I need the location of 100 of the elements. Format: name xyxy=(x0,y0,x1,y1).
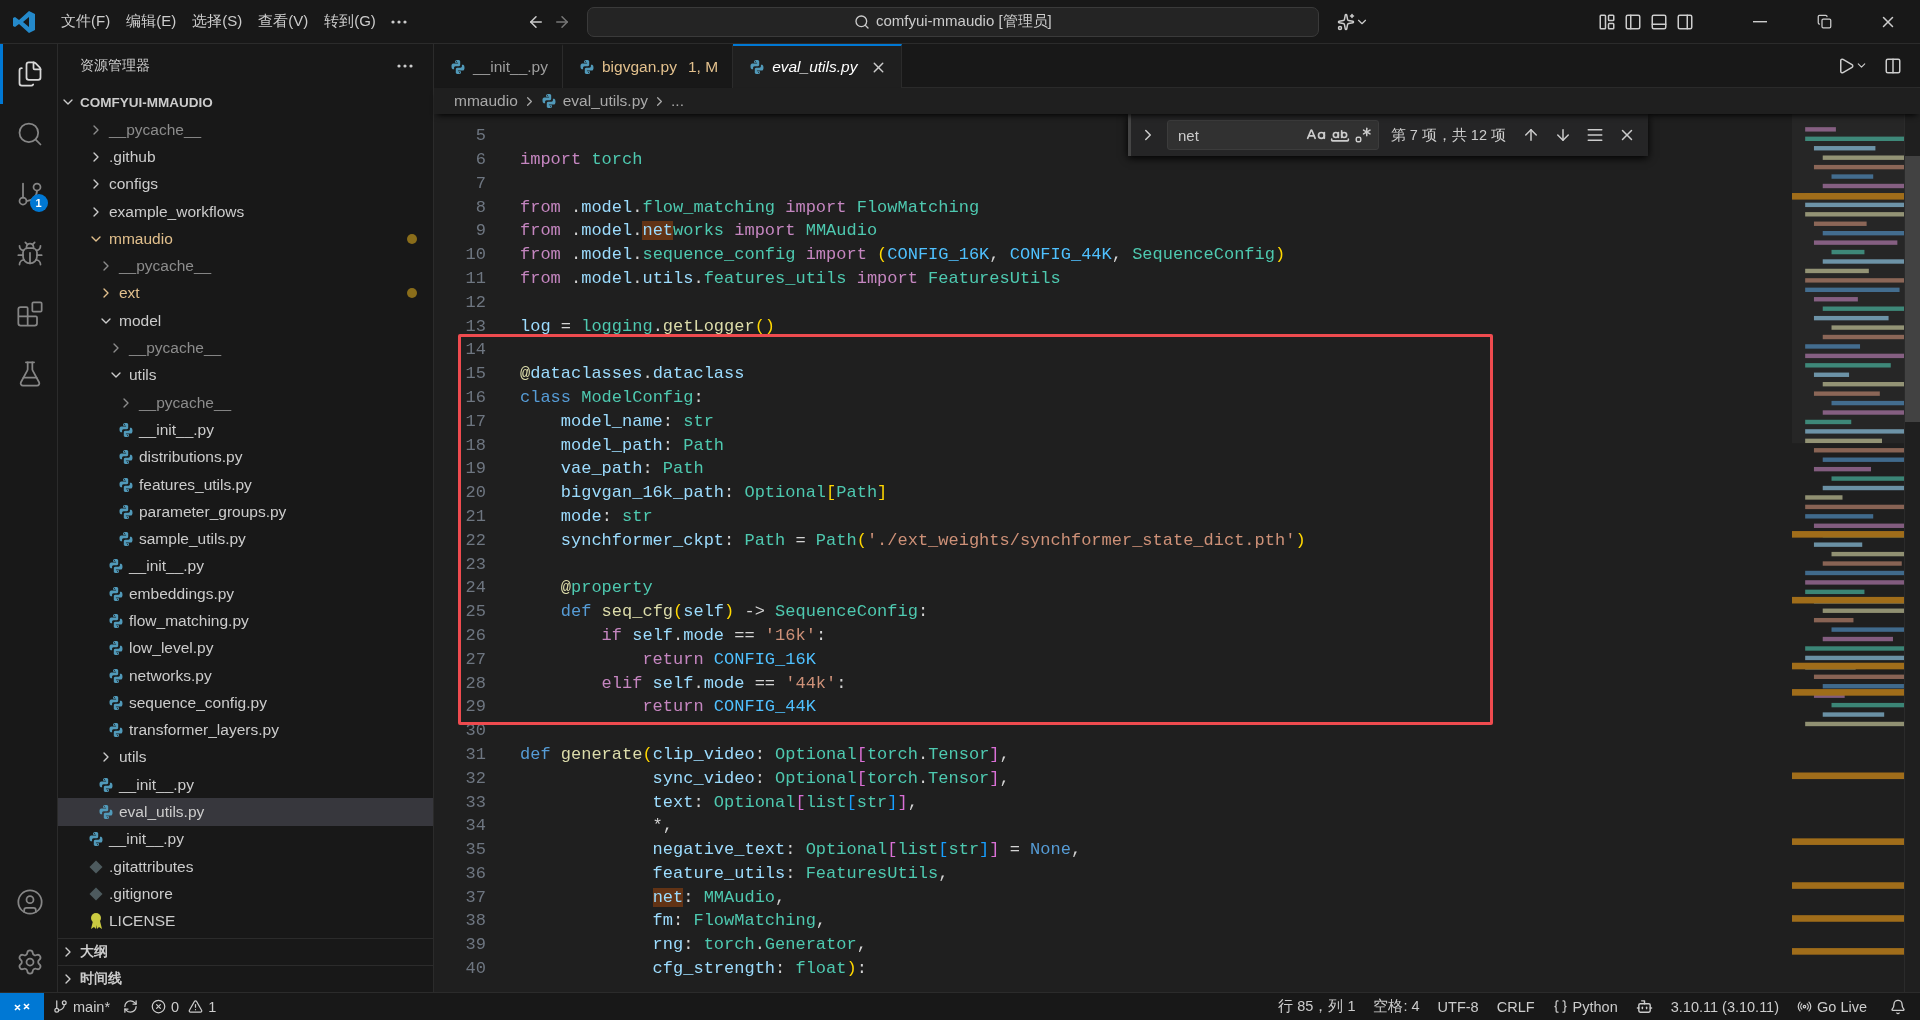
code-line: synchformer_ckpt: Path = Path('./ext_weights/synchformer_state_dict.pth') xyxy=(559,530,1306,550)
editor-tab[interactable]: eval_utils.py xyxy=(733,44,903,88)
remote-button[interactable] xyxy=(0,992,44,1020)
code-line: feature_utils: FeaturesUtils, xyxy=(651,863,949,883)
problems-button[interactable]: 0 1 xyxy=(142,992,226,1020)
code-line: from .model.networks import MMAudio xyxy=(520,221,878,241)
python-file-icon xyxy=(749,59,766,75)
go-live-button[interactable]: Go Live xyxy=(1788,992,1876,1020)
command-center-search[interactable]: comfyui-mmaudio [管理员] xyxy=(586,6,1319,37)
line-number: 24 xyxy=(464,578,487,598)
python-file-icon xyxy=(98,804,114,821)
file-item[interactable]: features_utils.py xyxy=(58,470,433,499)
python-file-icon xyxy=(108,585,124,602)
layout-icon xyxy=(1598,12,1616,31)
folder-item[interactable]: .github xyxy=(58,143,433,171)
file-item[interactable]: parameter_groups.py xyxy=(58,498,433,526)
line-number: 32 xyxy=(464,768,487,788)
warning-icon xyxy=(188,999,204,1014)
file-item[interactable]: networks.py xyxy=(58,661,433,690)
folder-item[interactable]: __pycache__ xyxy=(58,334,433,362)
line-number: 8 xyxy=(474,197,487,217)
scrollbar-thumb[interactable] xyxy=(1905,156,1920,422)
cursor-position[interactable]: 行 85，列 1 xyxy=(1269,992,1365,1020)
file-item[interactable]: low_level.py xyxy=(58,634,433,662)
code-line: def seq_cfg(self) -> SequenceConfig: xyxy=(559,602,929,622)
breadcrumb-item[interactable]: eval_utils.py xyxy=(540,92,649,110)
file-item[interactable]: flow_matching.py xyxy=(58,607,433,635)
diamond-file-icon xyxy=(88,885,104,902)
sync-icon xyxy=(123,999,139,1014)
folder-item[interactable]: utils xyxy=(58,361,433,389)
code-line: if self.mode == '16k': xyxy=(600,625,827,645)
search-icon xyxy=(853,13,870,30)
file-item[interactable]: distributions.py xyxy=(58,443,433,471)
python-file-icon xyxy=(108,694,124,711)
line-number: 36 xyxy=(464,863,487,883)
menu-item[interactable]: 转到(G) xyxy=(317,8,383,35)
breadcrumb-item[interactable]: ... xyxy=(671,92,684,110)
file-item[interactable]: LICENSE xyxy=(58,907,433,935)
folder-item[interactable]: configs xyxy=(58,170,433,198)
line-number: 17 xyxy=(464,411,487,431)
file-item[interactable]: sample_utils.py xyxy=(58,525,433,553)
menu-item[interactable]: 文件(F) xyxy=(54,8,118,35)
breadcrumb-item[interactable]: mmaudio xyxy=(454,92,518,110)
folder-item[interactable]: mmaudio xyxy=(58,225,433,253)
code-line: @property xyxy=(559,578,653,598)
code-line: class ModelConfig: xyxy=(520,387,704,407)
interpreter-button[interactable]: 3.10.11 (3.10.11) xyxy=(1661,992,1788,1020)
file-item[interactable]: .gitignore xyxy=(58,880,433,908)
folder-item[interactable]: model xyxy=(58,307,433,335)
code-line: text: Optional[list[str]], xyxy=(651,792,918,812)
panel-bottom-icon xyxy=(1650,12,1668,31)
line-number: 16 xyxy=(464,387,487,407)
file-item[interactable]: embeddings.py xyxy=(58,580,433,608)
python-file-icon xyxy=(108,613,124,629)
file-item[interactable]: sequence_config.py xyxy=(58,689,433,717)
python-file-icon xyxy=(118,503,134,520)
regex-icon[interactable] xyxy=(1353,126,1372,144)
folder-item[interactable]: __pycache__ xyxy=(58,388,433,417)
line-number: 19 xyxy=(464,459,487,479)
line-number: 13 xyxy=(464,316,487,336)
ellipsis-icon xyxy=(390,19,407,24)
python-file-icon xyxy=(118,476,134,493)
file-item[interactable]: __init__.py xyxy=(58,771,433,799)
line-ending-button[interactable]: CRLF xyxy=(1487,992,1544,1020)
editor-tab[interactable]: __init__.py xyxy=(434,44,563,88)
folder-item[interactable]: __pycache__ xyxy=(58,116,433,144)
menu-item[interactable]: 查看(V) xyxy=(251,8,316,35)
panel-section-header[interactable]: 大纲 xyxy=(58,938,433,965)
branch-button[interactable]: main* xyxy=(44,992,120,1020)
line-number: 22 xyxy=(464,530,487,550)
play-icon xyxy=(1837,56,1855,75)
menu-item[interactable]: 编辑(E) xyxy=(119,8,184,35)
line-number: 31 xyxy=(464,744,487,764)
file-item[interactable]: eval_utils.py xyxy=(58,798,433,826)
source-control-tab[interactable]: 1 xyxy=(0,164,58,224)
folder-item[interactable]: example_workflows xyxy=(58,197,433,226)
search-icon xyxy=(16,120,44,148)
find-input[interactable]: net xyxy=(1167,120,1379,150)
menu-item[interactable]: 选择(S) xyxy=(185,8,250,35)
folder-item[interactable]: __pycache__ xyxy=(58,252,433,280)
file-item[interactable]: .gitattributes xyxy=(58,853,433,881)
lines-icon xyxy=(1586,126,1604,144)
indentation-button[interactable]: 空格: 4 xyxy=(1364,992,1429,1020)
editor-tab[interactable]: bigvgan.py 1, M xyxy=(563,44,734,88)
file-item[interactable]: __init__.py xyxy=(58,825,433,853)
panel-right-icon xyxy=(1676,12,1694,31)
file-item[interactable]: __init__.py xyxy=(58,416,433,444)
language-button[interactable]: Python xyxy=(1543,992,1627,1020)
folder-item[interactable]: ext xyxy=(58,279,433,308)
error-icon xyxy=(151,999,167,1014)
file-item[interactable]: transformer_layers.py xyxy=(58,716,433,744)
encoding-button[interactable]: UTF-8 xyxy=(1428,992,1488,1020)
line-number: 10 xyxy=(464,245,487,265)
workspace-folder-header[interactable]: COMFYUI-MMAUDIO xyxy=(58,88,433,116)
code-line: net: MMAudio, xyxy=(651,887,786,907)
file-item[interactable]: __init__.py xyxy=(58,552,433,581)
python-file-icon xyxy=(118,531,134,548)
line-number: 39 xyxy=(464,935,487,955)
settings-icon xyxy=(16,948,44,976)
folder-item[interactable]: utils xyxy=(58,743,433,772)
